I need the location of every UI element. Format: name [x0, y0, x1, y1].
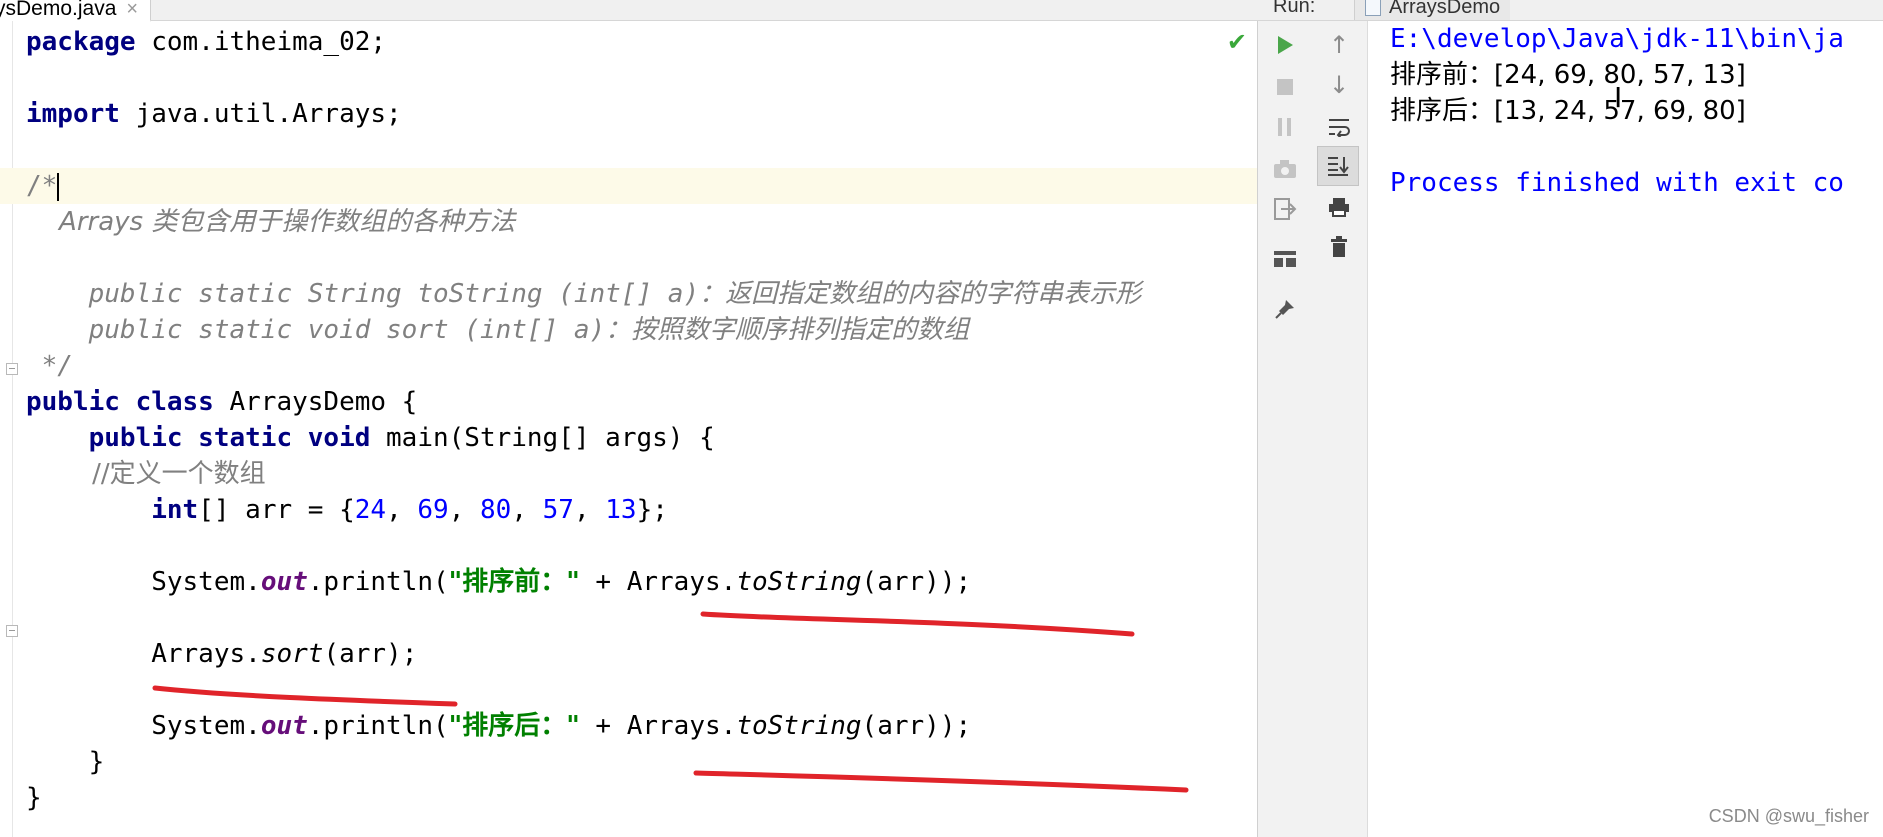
run-tab-arraysdemo[interactable]: ArraysDemo	[1354, 0, 1511, 20]
arrow-up-icon: ↑	[1328, 31, 1350, 59]
console-output[interactable]: E:\develop\Java\jdk-11\bin\ja 排序前：[24, 6…	[1368, 21, 1883, 837]
soft-wrap-button[interactable]	[1311, 107, 1367, 147]
code-line: public class ArraysDemo {	[26, 387, 418, 417]
run-toolbar-secondary: ↑ ↓	[1311, 21, 1368, 837]
pin-tab-button[interactable]	[1258, 289, 1311, 329]
play-icon	[1277, 36, 1293, 54]
code-line: public static void sort (int[] a)：按照数字顺序…	[26, 315, 970, 345]
file-icon	[1365, 0, 1381, 16]
pin-icon	[1274, 300, 1294, 319]
down-stack-button[interactable]: ↓	[1311, 65, 1367, 105]
code-line-current: /*	[0, 168, 1257, 204]
layout-button[interactable]	[1258, 239, 1311, 279]
stop-button[interactable]	[1258, 67, 1311, 107]
dump-threads-button[interactable]	[1258, 149, 1311, 189]
printer-icon	[1329, 198, 1349, 217]
arrow-down-icon: ↓	[1328, 71, 1350, 99]
console-line-after: 排序后：[13, 24, 57, 69, 80]	[1390, 96, 1746, 126]
watermark: CSDN @swu_fisher	[1708, 806, 1869, 826]
pause-icon	[1277, 118, 1291, 136]
code-line: }	[26, 783, 42, 813]
editor-tab-arraysdemo[interactable]: ysDemo.java ×	[0, 0, 152, 22]
code-line: public static String toString (int[] a)：…	[26, 279, 1142, 309]
code-editor[interactable]: ysDemo.java × ✔ package com.itheima_02; …	[0, 0, 1257, 837]
run-toolbar-primary	[1257, 21, 1312, 837]
code-line: int[] arr = {24, 69, 80, 57, 13};	[151, 495, 668, 525]
console-line-before: 排序前：[24, 69, 80, 57, 13]	[1390, 60, 1746, 90]
soft-wrap-icon	[1329, 119, 1350, 137]
code-line: }	[26, 747, 105, 777]
close-icon[interactable]: ×	[126, 0, 138, 20]
editor-gutter	[0, 21, 18, 837]
pause-button[interactable]	[1258, 107, 1311, 147]
stop-icon	[1276, 79, 1293, 95]
code-line: package com.itheima_02;	[26, 27, 387, 57]
code-line: Arrays 类包含用于操作数组的各种方法	[26, 207, 516, 237]
code-line: //定义一个数组	[26, 459, 266, 489]
up-stack-button[interactable]: ↑	[1311, 25, 1367, 65]
editor-tab-bar: ysDemo.java ×	[0, 0, 1257, 22]
exit-icon	[1273, 198, 1296, 220]
code-line: System.out.println("排序后：" + Arrays.toStr…	[26, 711, 972, 741]
print-button[interactable]	[1311, 187, 1367, 227]
scroll-to-end-button[interactable]	[1317, 146, 1359, 186]
run-panel-header: Run: ArraysDemo	[1257, 0, 1883, 21]
clear-all-button[interactable]	[1311, 227, 1367, 267]
camera-icon	[1273, 160, 1296, 178]
code-line: System.out.println("排序前：" + Arrays.toStr…	[26, 567, 972, 597]
editor-tab-label: ysDemo.java	[0, 0, 117, 20]
code-line: */	[26, 351, 73, 381]
rerun-button[interactable]	[1258, 25, 1311, 65]
ibeam-cursor-icon: I	[1614, 81, 1623, 114]
layout-icon	[1273, 251, 1296, 267]
scroll-to-end-icon	[1328, 157, 1349, 176]
code-line: Arrays.sort(arr);	[26, 639, 418, 669]
trash-icon	[1331, 236, 1347, 257]
code-line: import java.util.Arrays;	[26, 99, 402, 129]
run-label: Run:	[1273, 0, 1316, 17]
text-caret	[57, 172, 60, 201]
console-command-line: E:\develop\Java\jdk-11\bin\ja	[1390, 24, 1844, 54]
exit-button[interactable]	[1258, 189, 1311, 229]
console-exit-line: Process finished with exit co	[1390, 168, 1844, 198]
code-area[interactable]: package com.itheima_02; import java.util…	[0, 24, 1257, 816]
code-line: public static void main(String[] args) {	[26, 423, 715, 453]
fold-marker[interactable]	[6, 625, 18, 637]
fold-marker[interactable]	[6, 363, 18, 375]
